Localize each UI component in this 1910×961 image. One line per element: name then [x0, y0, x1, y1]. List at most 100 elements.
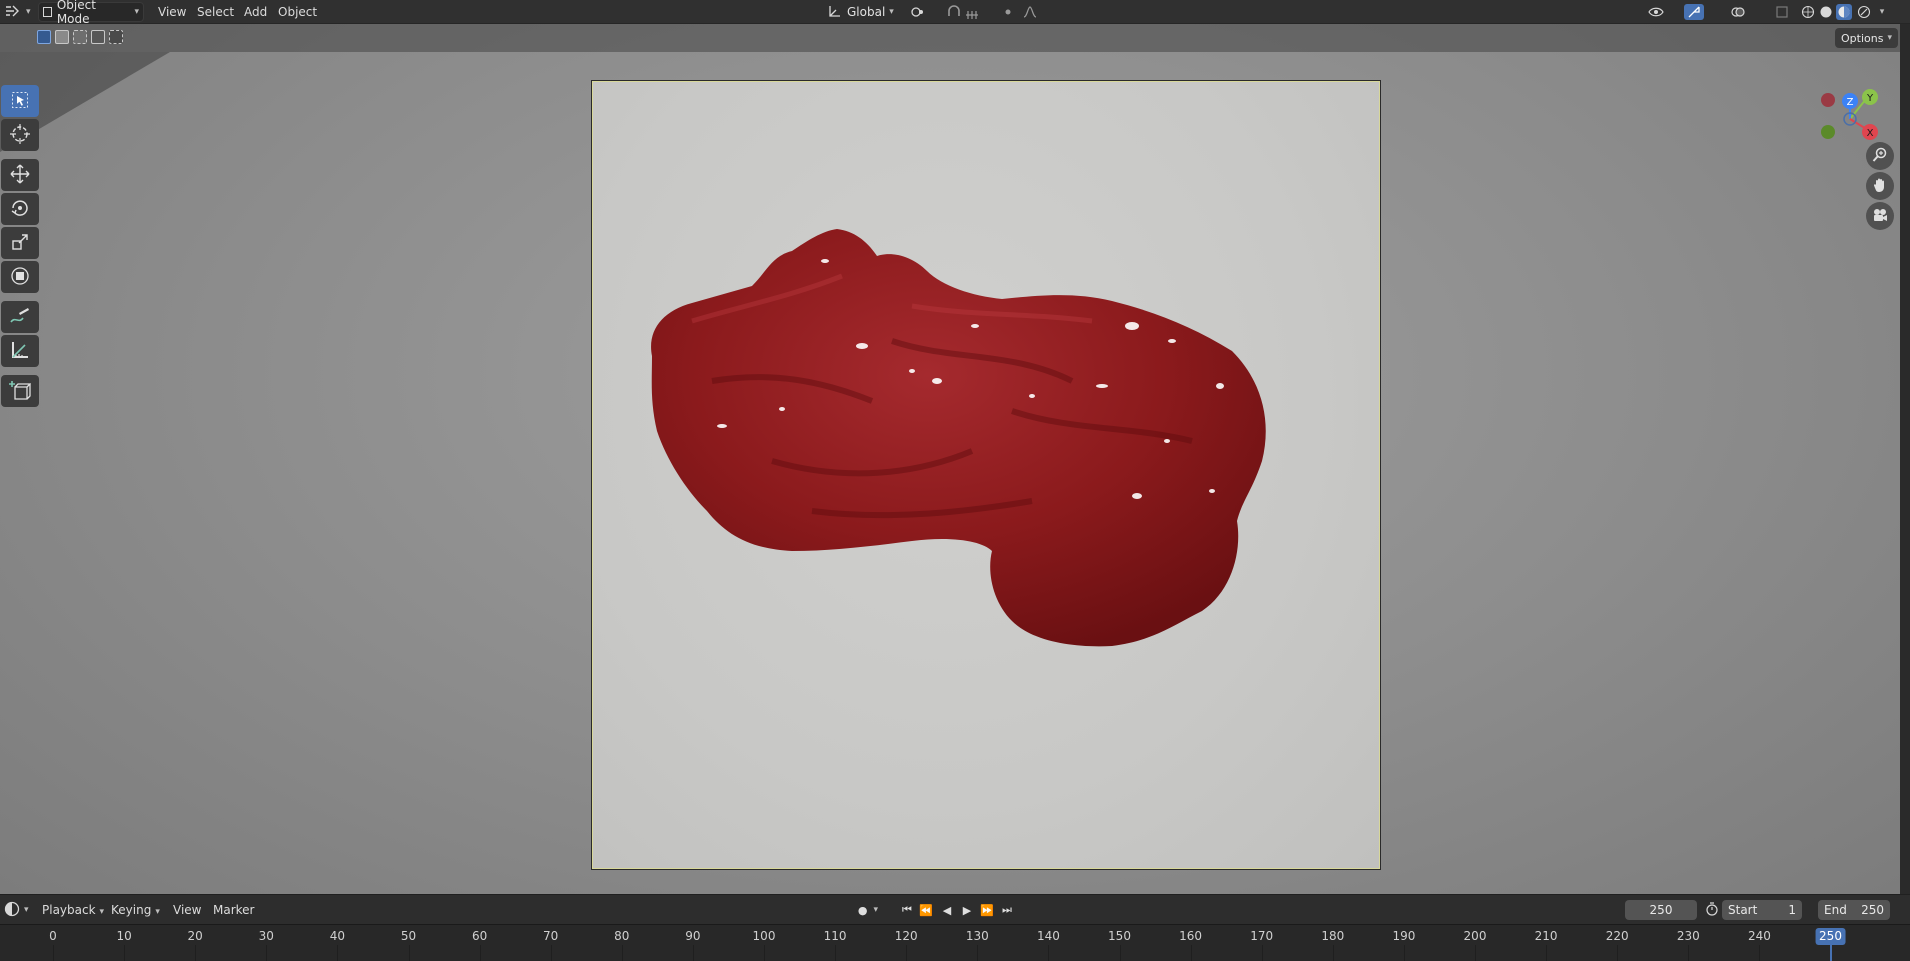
select-new-icon[interactable]: [37, 30, 51, 44]
3d-viewport[interactable]: Options ▾ Z Y X: [0, 24, 1900, 894]
ruler-tick-label: 90: [685, 929, 701, 943]
timeline-ruler[interactable]: 0 10 20 30 40 50 60 70 80 90 100 110 120 130 140 150 160…: [0, 924, 1910, 961]
pan-view-button[interactable]: [1866, 172, 1894, 200]
ruler-tick-line: [337, 945, 339, 961]
gizmo-z-label: Z: [1847, 97, 1854, 108]
select-box-tool[interactable]: [1, 85, 39, 117]
gizmo-y-label: Y: [1866, 93, 1874, 104]
editor-type-button[interactable]: ▾: [4, 2, 31, 22]
ruler-tick-label: 120: [894, 929, 918, 943]
playhead-line[interactable]: [1829, 945, 1832, 961]
solid-shading-icon[interactable]: [1818, 4, 1834, 20]
annotate-tool[interactable]: [1, 301, 39, 333]
snap-target-icon[interactable]: [964, 4, 980, 20]
start-frame-field[interactable]: Start 1: [1722, 900, 1802, 920]
shading-options-icon[interactable]: ▾: [1874, 4, 1890, 20]
ruler-tick-line: [977, 945, 979, 961]
start-label: Start: [1728, 903, 1758, 917]
menu-marker[interactable]: Marker: [213, 901, 254, 919]
scale-icon: [10, 232, 30, 255]
menu-object[interactable]: Object: [278, 3, 317, 21]
play-button[interactable]: ▶: [959, 902, 975, 918]
move-icon: [9, 163, 31, 188]
camera-view-button[interactable]: [1866, 202, 1894, 230]
preview-range-button[interactable]: [1704, 901, 1720, 918]
transform-orientation-dropdown[interactable]: Global ▾: [822, 2, 898, 22]
ruler-tick-label: 60: [471, 929, 488, 943]
pencil-icon: [9, 305, 31, 330]
ruler-tick-line: [1475, 945, 1476, 961]
options-dropdown[interactable]: Options ▾: [1835, 28, 1898, 48]
ruler-tick-label: 230: [1676, 929, 1700, 943]
menu-select[interactable]: Select: [197, 3, 234, 21]
jump-end-button[interactable]: ⏭: [999, 902, 1015, 918]
menu-keying[interactable]: Keying ▾: [111, 901, 160, 919]
menu-view[interactable]: View: [158, 3, 186, 21]
ruler-tick-line: [621, 945, 623, 961]
ruler-tick-label: 180: [1321, 929, 1345, 943]
cursor-tool[interactable]: [1, 119, 39, 151]
jump-end-icon: ⏭: [1002, 903, 1012, 916]
red-blob-object[interactable]: [592, 81, 1381, 870]
end-label: End: [1824, 903, 1847, 917]
rotate-icon: [9, 197, 31, 222]
jump-start-button[interactable]: ⏮: [899, 902, 915, 918]
wireframe-shading-icon[interactable]: [1800, 4, 1816, 20]
overlays-icon[interactable]: [1730, 4, 1746, 20]
ruler-tick-line: [1190, 945, 1192, 961]
zoom-view-button[interactable]: [1866, 142, 1894, 170]
next-keyframe-button[interactable]: ⏩: [979, 902, 995, 918]
select-subtract-icon[interactable]: [73, 30, 87, 44]
play-reverse-button[interactable]: ◀: [939, 902, 955, 918]
rendered-shading-icon[interactable]: [1856, 4, 1872, 20]
select-invert-icon[interactable]: [91, 30, 105, 44]
orientation-icon: [827, 4, 841, 21]
ruler-tick-line: [53, 945, 54, 961]
ruler-tick-line: [1759, 945, 1761, 961]
move-tool[interactable]: [1, 159, 39, 191]
add-cube-tool[interactable]: [1, 375, 39, 407]
transform-tool[interactable]: [1, 261, 39, 293]
sidebar-edge[interactable]: [1900, 24, 1910, 894]
clock-icon: [4, 901, 20, 920]
ruler-tick-label: 240: [1747, 929, 1771, 943]
menu-playback[interactable]: Playback ▾: [42, 901, 104, 919]
mode-dropdown[interactable]: Object Mode ▾: [38, 0, 144, 26]
gizmo-toggle-icon[interactable]: [1684, 4, 1704, 20]
select-extend-icon[interactable]: [55, 30, 69, 44]
menu-timeline-view[interactable]: View: [173, 901, 201, 919]
end-value: 250: [1861, 903, 1884, 917]
xray-icon[interactable]: [1774, 4, 1790, 20]
material-preview-icon[interactable]: [1836, 4, 1852, 20]
snap-icon[interactable]: [946, 4, 962, 20]
ruler-tick-line: [1119, 945, 1121, 961]
mode-label: Object Mode: [56, 0, 96, 26]
falloff-icon[interactable]: [1022, 4, 1038, 20]
viewport-header-bar: ▾ Object Mode ▾ View Select Add Object G…: [0, 0, 1910, 26]
ruler-tick-label: 220: [1605, 929, 1629, 943]
add-cube-icon: [9, 379, 32, 404]
ruler-tick-line: [550, 945, 552, 961]
pivot-point-icon[interactable]: [910, 4, 926, 20]
timeline-editor-type-button[interactable]: ▾: [4, 900, 29, 920]
ruler-tick-line: [1332, 945, 1334, 961]
menu-add[interactable]: Add: [244, 3, 267, 21]
end-frame-field[interactable]: End 250: [1818, 900, 1890, 920]
playhead-frame-label[interactable]: 250: [1815, 928, 1846, 945]
ruler-tick-label: 200: [1463, 929, 1487, 943]
rotate-tool[interactable]: [1, 193, 39, 225]
ruler-tick-line: [408, 945, 410, 961]
select-intersect-icon[interactable]: [109, 30, 123, 44]
prev-keyframe-button[interactable]: ⏪: [918, 902, 934, 918]
scale-tool[interactable]: [1, 227, 39, 259]
ruler-tick-label: 150: [1108, 929, 1131, 943]
zoom-icon: [1872, 147, 1888, 166]
visibility-icon[interactable]: [1648, 4, 1664, 20]
navigation-gizmo[interactable]: Z Y X: [1808, 72, 1882, 152]
current-frame-field[interactable]: 250: [1625, 900, 1697, 920]
viewport-tool-header: [0, 24, 1900, 52]
proportional-editing-icon[interactable]: [1000, 4, 1016, 20]
auto-keying-button[interactable]: ● ▾: [853, 902, 883, 918]
ruler-tick-label: 160: [1179, 929, 1203, 943]
measure-tool[interactable]: [1, 335, 39, 367]
